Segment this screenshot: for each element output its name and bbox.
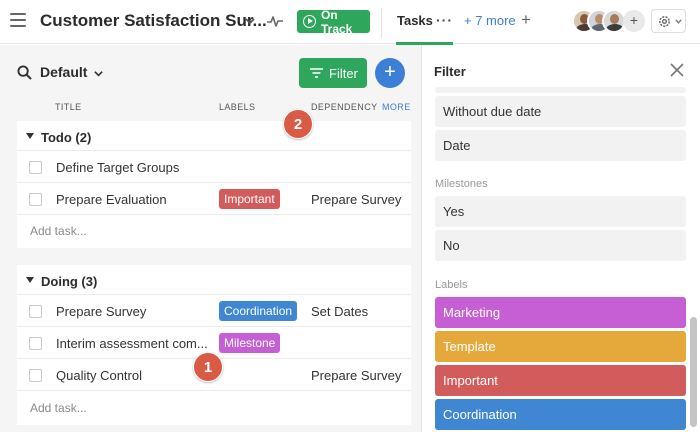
filter-button[interactable]: Filter	[299, 58, 367, 88]
column-header-title[interactable]: TITLE	[55, 102, 82, 112]
top-bar: Customer Satisfaction Sur... On Track Ta…	[0, 0, 700, 45]
annotation-badge-1: 1	[193, 352, 223, 382]
tab-tasks[interactable]: Tasks	[397, 13, 433, 28]
group-header[interactable]: Doing (3)	[17, 265, 411, 295]
filter-label-coordination[interactable]: Coordination	[435, 399, 686, 430]
task-dependency[interactable]: Prepare Survey	[311, 368, 401, 383]
annotation-badge-2: 2	[283, 109, 313, 139]
filter-panel: Filter Without due date Date Milestones …	[421, 45, 700, 432]
task-checkbox[interactable]	[29, 369, 42, 382]
add-member-button[interactable]: +	[623, 10, 645, 32]
add-task-button[interactable]: +	[375, 58, 405, 88]
member-avatars: +	[572, 9, 648, 33]
task-checkbox[interactable]	[29, 193, 42, 206]
group-title: Doing (3)	[41, 274, 98, 289]
section-heading-milestones: Milestones	[435, 178, 488, 190]
caret-down-icon[interactable]	[26, 133, 34, 139]
gear-icon	[659, 15, 670, 27]
column-header-labels[interactable]: LABELS	[219, 102, 255, 112]
caret-down-icon[interactable]	[26, 277, 34, 283]
group-header[interactable]: Todo (2)	[17, 121, 411, 151]
column-header-dependency[interactable]: DEPENDENCY	[311, 102, 378, 112]
add-task-link[interactable]: Add task...	[30, 401, 87, 415]
chevron-down-icon[interactable]	[244, 15, 256, 27]
status-label: On Track	[321, 7, 353, 36]
filter-label-important[interactable]: Important	[435, 365, 686, 396]
filter-label-marketing[interactable]: Marketing	[435, 297, 686, 328]
filter-option-no[interactable]: No	[435, 230, 686, 261]
table-row[interactable]: Prepare Evaluation Important Prepare Sur…	[17, 184, 411, 215]
add-tab-button[interactable]: +	[521, 10, 531, 30]
task-checkbox[interactable]	[29, 305, 42, 318]
chevron-down-icon[interactable]	[93, 68, 104, 79]
filter-option-without-due-date[interactable]: Without due date	[435, 96, 686, 127]
close-icon[interactable]	[670, 63, 684, 77]
label-badge[interactable]: Important	[219, 189, 280, 209]
scrollbar-thumb[interactable]	[690, 317, 697, 427]
filter-option-yes[interactable]: Yes	[435, 196, 686, 227]
play-circle-icon	[303, 15, 316, 28]
task-checkbox[interactable]	[29, 337, 42, 350]
label-badge[interactable]: Coordination	[219, 301, 298, 321]
label-badge[interactable]: Milestone	[219, 333, 281, 353]
task-title[interactable]: Prepare Survey	[56, 304, 232, 319]
search-icon[interactable]	[17, 65, 32, 80]
divider	[381, 8, 382, 38]
task-dependency[interactable]: Set Dates	[311, 304, 368, 319]
task-group-doing: Doing (3) Prepare Survey Coordination Se…	[17, 265, 411, 425]
more-tabs-link[interactable]: + 7 more	[464, 13, 516, 28]
menu-icon[interactable]	[10, 13, 26, 27]
status-button[interactable]: On Track	[297, 7, 370, 36]
panel-title: Filter	[434, 64, 466, 79]
filter-option-partial[interactable]	[435, 87, 686, 93]
task-dependency[interactable]: Prepare Survey	[311, 192, 401, 207]
tab-options-icon[interactable]: ···	[436, 12, 453, 28]
task-title[interactable]: Interim assessment com...	[56, 336, 232, 351]
chevron-down-icon	[675, 18, 682, 24]
settings-button[interactable]	[651, 9, 686, 33]
project-title[interactable]: Customer Satisfaction Sur...	[40, 11, 267, 31]
group-title: Todo (2)	[41, 130, 92, 145]
view-selector[interactable]: Default	[40, 64, 87, 80]
add-task-link[interactable]: Add task...	[30, 224, 87, 238]
table-row[interactable]: Define Target Groups	[17, 152, 411, 183]
filter-label-template[interactable]: Template	[435, 331, 686, 362]
table-row[interactable]: Prepare Survey Coordination Set Dates	[17, 296, 411, 327]
task-checkbox[interactable]	[29, 161, 42, 174]
section-heading-labels: Labels	[435, 279, 468, 291]
activity-icon[interactable]	[266, 13, 284, 29]
filter-icon	[310, 68, 323, 78]
task-title[interactable]: Prepare Evaluation	[56, 192, 232, 207]
task-title[interactable]: Define Target Groups	[56, 160, 232, 175]
column-header-more[interactable]: MORE	[382, 102, 411, 112]
filter-label: Filter	[329, 65, 358, 81]
task-group-todo: Todo (2) Define Target Groups Prepare Ev…	[17, 121, 411, 248]
filter-option-date[interactable]: Date	[435, 130, 686, 161]
